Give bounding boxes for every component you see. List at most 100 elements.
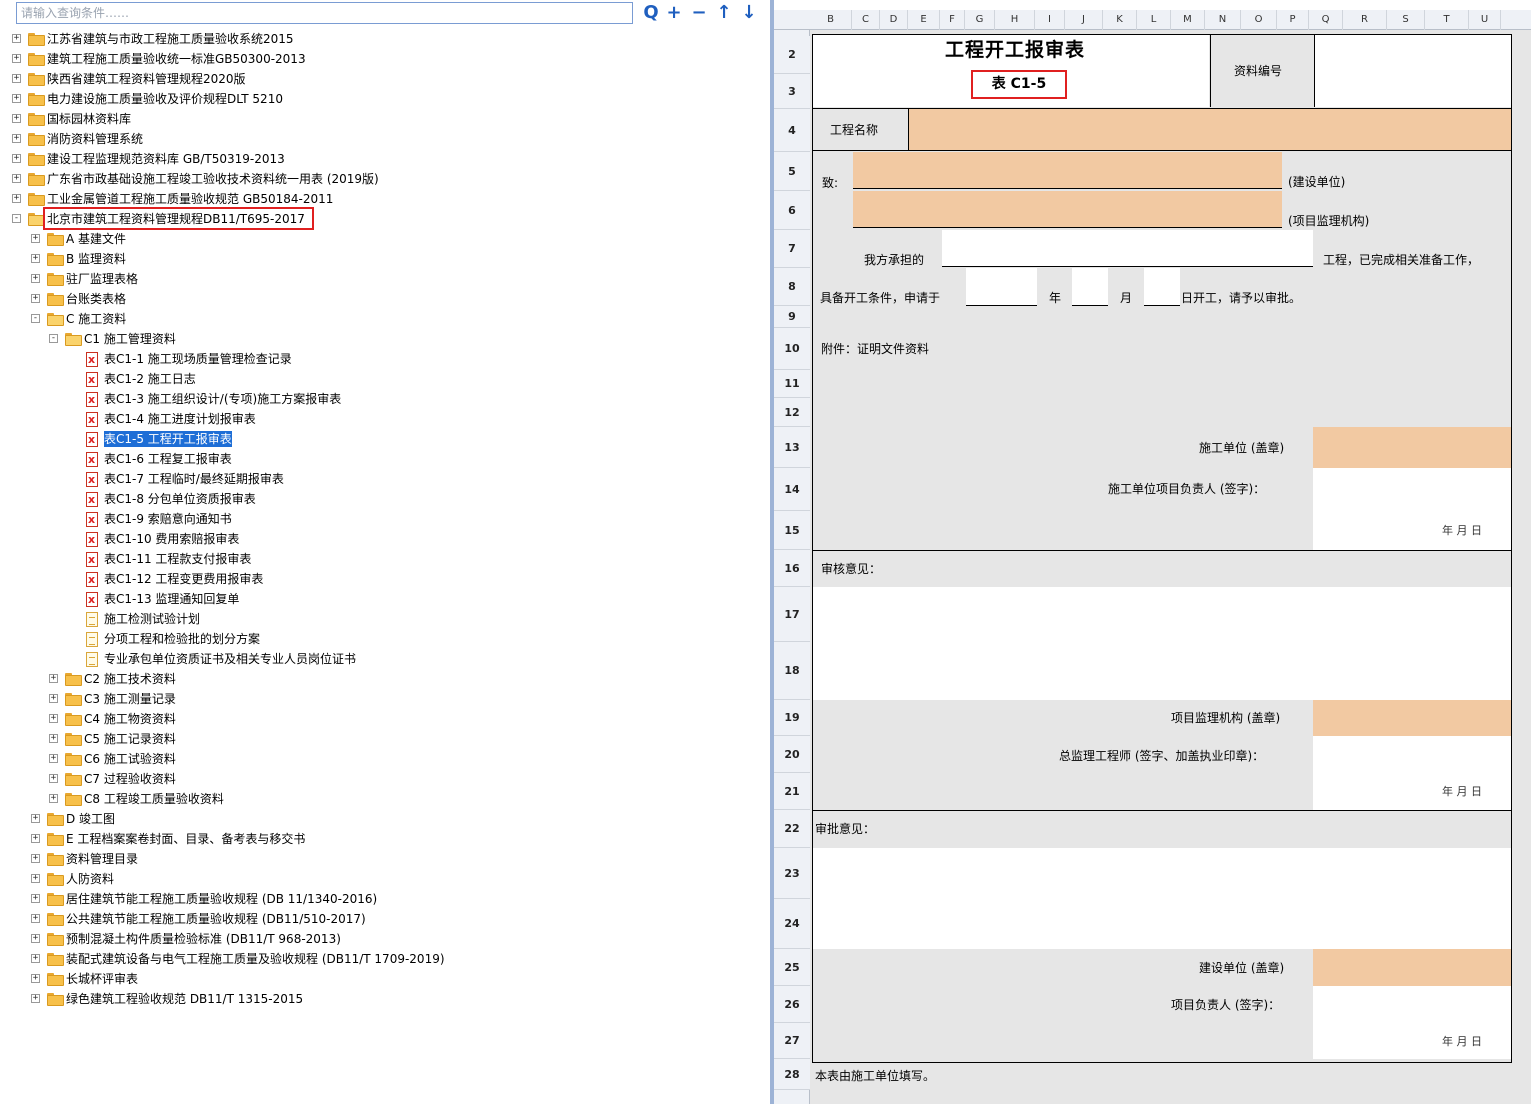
tree-item[interactable]: + E 工程档案案卷封面、目录、备考表与移交书 <box>0 829 760 849</box>
tree-item[interactable]: 表C1-11 工程款支付报审表 <box>0 549 760 569</box>
tree-item[interactable]: 表C1-1 施工现场质量管理检查记录 <box>0 349 760 369</box>
expand-icon[interactable]: + <box>31 814 40 823</box>
column-header-cell[interactable]: O <box>1241 10 1277 30</box>
expand-icon[interactable]: + <box>31 894 40 903</box>
tree-item[interactable]: + A 基建文件 <box>0 229 760 249</box>
expand-icon[interactable]: + <box>31 994 40 1003</box>
row-header-cell[interactable]: 10 <box>774 328 810 370</box>
row-header-cell[interactable]: 25 <box>774 949 810 986</box>
row-header-cell[interactable]: 27 <box>774 1023 810 1059</box>
tree-item[interactable]: + 人防资料 <box>0 869 760 889</box>
tree-item[interactable]: 施工检测试验计划 <box>0 609 760 629</box>
tree-item[interactable]: + 陕西省建筑工程资料管理规程2020版 <box>0 69 760 89</box>
expand-icon[interactable]: + <box>31 874 40 883</box>
tree-item[interactable]: - 北京市建筑工程资料管理规程DB11/T695-2017 <box>0 207 760 230</box>
expand-icon[interactable]: + <box>12 34 21 43</box>
contractor-seal-field[interactable] <box>1313 427 1511 468</box>
collapse-icon[interactable]: - <box>49 334 58 343</box>
row-header-cell[interactable]: 6 <box>774 191 810 230</box>
tree-item[interactable]: + C3 施工测量记录 <box>0 689 760 709</box>
expand-icon[interactable]: + <box>49 694 58 703</box>
supervisor-seal-field[interactable] <box>1313 700 1511 736</box>
tree-item[interactable]: + 消防资料管理系统 <box>0 129 760 149</box>
expand-icon[interactable]: + <box>49 734 58 743</box>
column-header-cell[interactable]: P <box>1277 10 1309 30</box>
tree-item[interactable]: + C7 过程验收资料 <box>0 769 760 789</box>
tree-item[interactable]: 分项工程和检验批的划分方案 <box>0 629 760 649</box>
column-header-cell[interactable]: M <box>1171 10 1205 30</box>
tree-item[interactable]: 表C1-8 分包单位资质报审表 <box>0 489 760 509</box>
row-header-cell[interactable]: 9 <box>774 306 810 328</box>
tree-item[interactable]: 表C1-13 监理通知回复单 <box>0 589 760 609</box>
tree-item[interactable]: 表C1-9 索赔意向通知书 <box>0 509 760 529</box>
expand-icon[interactable]: + <box>31 834 40 843</box>
supervisor-unit-field[interactable] <box>853 191 1282 228</box>
tree-item[interactable]: 表C1-6 工程复工报审表 <box>0 449 760 469</box>
expand-icon[interactable]: + <box>31 854 40 863</box>
tree-item[interactable]: + 江苏省建筑与市政工程施工质量验收系统2015 <box>0 29 760 49</box>
tree-item[interactable]: + C4 施工物资资料 <box>0 709 760 729</box>
doc-no-field[interactable] <box>1314 35 1511 107</box>
tree-item[interactable]: + 建设工程监理规范资料库 GB/T50319-2013 <box>0 149 760 169</box>
undertaken-project-field[interactable] <box>942 230 1313 267</box>
tree-item[interactable]: + 装配式建筑设备与电气工程施工质量及验收规程 (DB11/T 1709-2019… <box>0 949 760 969</box>
tree-item[interactable]: + 绿色建筑工程验收规范 DB11/T 1315-2015 <box>0 989 760 1009</box>
column-header-cell[interactable]: K <box>1103 10 1137 30</box>
row-header-cell[interactable]: 3 <box>774 74 810 109</box>
expand-icon[interactable]: + <box>49 774 58 783</box>
column-header-cell[interactable]: J <box>1065 10 1103 30</box>
tree-item[interactable]: - C1 施工管理资料 <box>0 329 760 349</box>
remove-icon[interactable]: − <box>688 3 710 25</box>
tree-item[interactable]: + 电力建设施工质量验收及评价规程DLT 5210 <box>0 89 760 109</box>
owner-seal-field[interactable] <box>1313 949 1511 986</box>
project-name-field[interactable] <box>908 109 1511 150</box>
tree-item[interactable]: + B 监理资料 <box>0 249 760 269</box>
column-header-cell[interactable]: H <box>995 10 1035 30</box>
expand-icon[interactable]: + <box>49 714 58 723</box>
row-header-cell[interactable]: 14 <box>774 468 810 511</box>
expand-icon[interactable]: + <box>31 934 40 943</box>
expand-icon[interactable]: + <box>31 974 40 983</box>
row-header-cell[interactable]: 11 <box>774 370 810 398</box>
expand-icon[interactable]: + <box>31 234 40 243</box>
column-header-cell[interactable]: U <box>1469 10 1501 30</box>
row-header-cell[interactable]: 24 <box>774 899 810 949</box>
tree-item[interactable]: + 长城杯评审表 <box>0 969 760 989</box>
expand-icon[interactable]: + <box>12 114 21 123</box>
column-header-cell[interactable]: S <box>1387 10 1425 30</box>
review-field[interactable] <box>813 587 1511 700</box>
tree-item[interactable]: + 台账类表格 <box>0 289 760 309</box>
tree-item[interactable]: + 广东省市政基础设施工程竣工验收技术资料统一用表 (2019版) <box>0 169 760 189</box>
tree-item[interactable]: + 预制混凝土构件质量检验标准 (DB11/T 968-2013) <box>0 929 760 949</box>
row-header-cell[interactable]: 2 <box>774 36 810 74</box>
column-header-cell[interactable]: G <box>965 10 995 30</box>
row-header-cell[interactable]: 15 <box>774 511 810 550</box>
row-header-cell[interactable]: 28 <box>774 1059 810 1090</box>
row-header-cell[interactable]: 4 <box>774 109 810 152</box>
row-header-cell[interactable]: 18 <box>774 642 810 700</box>
tree-item[interactable]: 表C1-5 工程开工报审表 <box>0 429 760 449</box>
column-header-cell[interactable]: R <box>1343 10 1387 30</box>
tree-item[interactable]: + C5 施工记录资料 <box>0 729 760 749</box>
expand-icon[interactable]: + <box>12 194 21 203</box>
expand-icon[interactable]: + <box>31 274 40 283</box>
tree-item[interactable]: + 驻厂监理表格 <box>0 269 760 289</box>
row-header-cell[interactable]: 22 <box>774 810 810 848</box>
tree-item[interactable]: 表C1-3 施工组织设计/(专项)施工方案报审表 <box>0 389 760 409</box>
tree-item[interactable]: 专业承包单位资质证书及相关专业人员岗位证书 <box>0 649 760 669</box>
tree-item[interactable]: + C2 施工技术资料 <box>0 669 760 689</box>
tree-item[interactable]: 表C1-4 施工进度计划报审表 <box>0 409 760 429</box>
tree-item[interactable]: + 居住建筑节能工程施工质量验收规程 (DB 11/1340-2016) <box>0 889 760 909</box>
approval-field[interactable] <box>813 848 1511 949</box>
column-header-cell[interactable]: F <box>940 10 965 30</box>
tree-item[interactable]: + 国标园林资料库 <box>0 109 760 129</box>
row-header-cell[interactable]: 12 <box>774 398 810 427</box>
column-header-cell[interactable]: C <box>852 10 880 30</box>
row-header-cell[interactable]: 19 <box>774 700 810 736</box>
add-icon[interactable]: + <box>663 3 685 25</box>
column-header-cell[interactable]: L <box>1137 10 1171 30</box>
collapse-icon[interactable]: - <box>12 214 21 223</box>
tree-item[interactable]: 表C1-12 工程变更费用报审表 <box>0 569 760 589</box>
row-header-cell[interactable]: 21 <box>774 773 810 810</box>
expand-icon[interactable]: + <box>31 294 40 303</box>
